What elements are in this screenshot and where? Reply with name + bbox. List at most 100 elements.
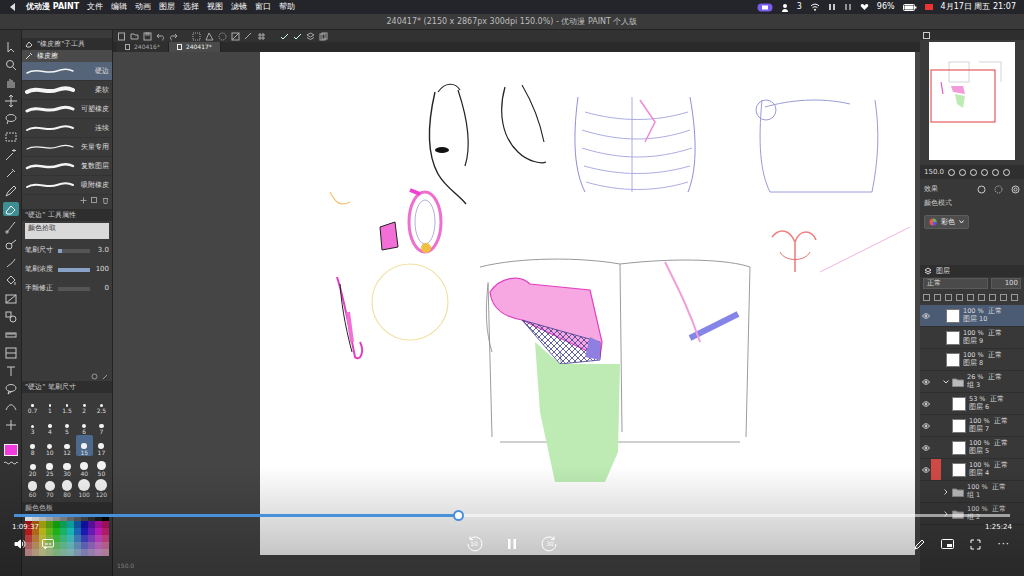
brush-size-label[interactable]: 1.5 [62,407,72,414]
lock-icon[interactable] [967,294,974,301]
property-slider[interactable] [58,268,90,272]
annotate-pencil-icon[interactable] [914,539,925,550]
blend-mode-select[interactable]: 正常 [923,278,988,288]
brush-size-label[interactable]: 17 [98,449,106,456]
person-icon[interactable] [781,3,789,12]
layer-name[interactable]: 图层 7 [969,426,1008,433]
snap-ruler-icon[interactable] [244,32,253,41]
reference-icon[interactable] [989,294,996,301]
subtool-label[interactable]: 连续 [95,124,109,132]
lasso-icon[interactable] [3,112,19,126]
clip-icon[interactable] [956,294,963,301]
wrench-icon[interactable] [102,371,109,381]
select-icon[interactable] [3,130,19,144]
brush-size-label[interactable]: 10 [46,449,54,456]
subtool-group-tab[interactable]: 橡皮擦 [22,50,112,62]
layer-row[interactable]: 100 %正常图层 5 [920,437,1024,459]
layer-row[interactable]: 100 %正常图层 8 [920,349,1024,371]
add-icon[interactable] [80,195,87,205]
picture-in-picture-icon[interactable] [941,539,954,549]
brush-size-label[interactable]: 1 [48,407,52,414]
pen-icon[interactable] [3,184,19,198]
subtool-item[interactable]: 吸附橡皮 [22,176,112,195]
navigator-zoom[interactable]: 150.0 [924,168,944,176]
deselect-icon[interactable] [218,32,227,41]
document-tab[interactable]: 240416* [117,42,169,52]
property-slider[interactable] [58,249,90,253]
navigator-thumbnail[interactable] [929,42,1015,160]
redo-icon[interactable] [169,32,178,41]
document-tab-label[interactable]: 240417* [186,43,212,50]
bars-icon[interactable] [844,3,852,11]
visibility-toggle[interactable] [920,393,931,414]
menu-item[interactable]: 窗口 [255,2,271,12]
subtool-item[interactable]: 矢量专用 [22,138,112,157]
airbrush-icon[interactable] [3,238,19,252]
fill-icon[interactable] [3,274,19,288]
brush-size-label[interactable]: 7 [99,428,103,435]
menu-item[interactable]: 编辑 [111,2,127,12]
subtool-item[interactable]: 连续 [22,119,112,138]
new-icon[interactable] [117,32,126,41]
navigator[interactable] [920,40,1024,165]
effect-tone-icon[interactable] [994,185,1003,194]
main-color-swatch[interactable] [4,444,18,456]
menu-item[interactable]: 选择 [183,2,199,12]
copy-icon[interactable] [91,195,98,205]
brush-size-cell[interactable]: 2 [76,393,93,414]
chevron-down-icon[interactable] [943,379,949,385]
eyedropper-icon[interactable] [3,166,19,180]
layer-name[interactable]: 图层 9 [963,338,1002,345]
color-mode-value[interactable]: 彩色 [941,218,955,226]
brush-size-label[interactable]: 3 [31,428,35,435]
more-button[interactable]: ··· [997,538,1010,550]
volume-icon[interactable] [14,539,26,549]
gradient-icon[interactable] [3,292,19,306]
balloon-icon[interactable] [3,382,19,396]
layer-row[interactable]: 100 %正常图层 7 [920,415,1024,437]
rotate-icon[interactable] [992,169,999,176]
clear-icon[interactable] [192,32,201,41]
line-fix-icon[interactable] [3,400,19,414]
zoom-out-icon[interactable] [948,169,955,176]
menu-item[interactable]: 文件 [87,2,103,12]
brush-size-cell[interactable]: 4 [41,414,58,435]
brush-size-cell[interactable]: 1.5 [58,393,75,414]
subtool-label[interactable]: 吸附橡皮 [81,181,109,189]
subtool-label[interactable]: 硬边 [95,67,109,75]
subtool-label[interactable]: 可塑橡皮 [81,105,109,113]
visibility-toggle[interactable] [920,437,931,458]
effect-border-icon[interactable] [977,185,986,194]
subtool-item[interactable]: 复数图层 [22,157,112,176]
layer-name[interactable]: 组 3 [967,382,1002,389]
progress-track[interactable] [14,514,1010,517]
opacity-field[interactable]: 100 [991,278,1021,288]
brush-size-cell[interactable]: 6 [76,414,93,435]
fill-select-icon[interactable] [205,32,214,41]
brush-size-cell[interactable]: 17 [93,435,110,456]
blend-icon[interactable] [3,256,19,270]
menu-item[interactable]: 视图 [207,2,223,12]
brush-size-cell[interactable]: 10 [41,435,58,456]
property-value[interactable]: 3.0 [93,246,109,254]
move-icon[interactable] [3,94,19,108]
new-folder-icon[interactable] [945,294,952,301]
wifi-icon[interactable] [810,3,820,11]
eraser-icon[interactable] [3,202,19,216]
property-row[interactable]: 笔刷尺寸3.0 [22,241,112,260]
user-count[interactable]: 3 [797,2,802,12]
visibility-toggle[interactable] [920,349,931,370]
subtool-group[interactable]: 橡皮擦 [37,52,58,60]
settings-icon[interactable] [91,371,98,381]
layer-name[interactable]: 图层 6 [969,404,1004,411]
zoom-in-icon[interactable] [959,169,966,176]
brush-size-cell[interactable]: 7 [93,414,110,435]
brush-size-label[interactable]: 8 [31,449,35,456]
invert-icon[interactable] [231,32,240,41]
visibility-toggle[interactable] [920,415,931,436]
mask-icon[interactable] [1011,294,1018,301]
clock[interactable]: 4月17日 周五 21:07 [941,2,1016,12]
document-tab[interactable]: 240417* [169,42,221,52]
color-pick-preset[interactable]: 颜色拾取 [25,223,109,239]
layer-folder-row[interactable]: 26 %正常组 3 [920,371,1024,393]
